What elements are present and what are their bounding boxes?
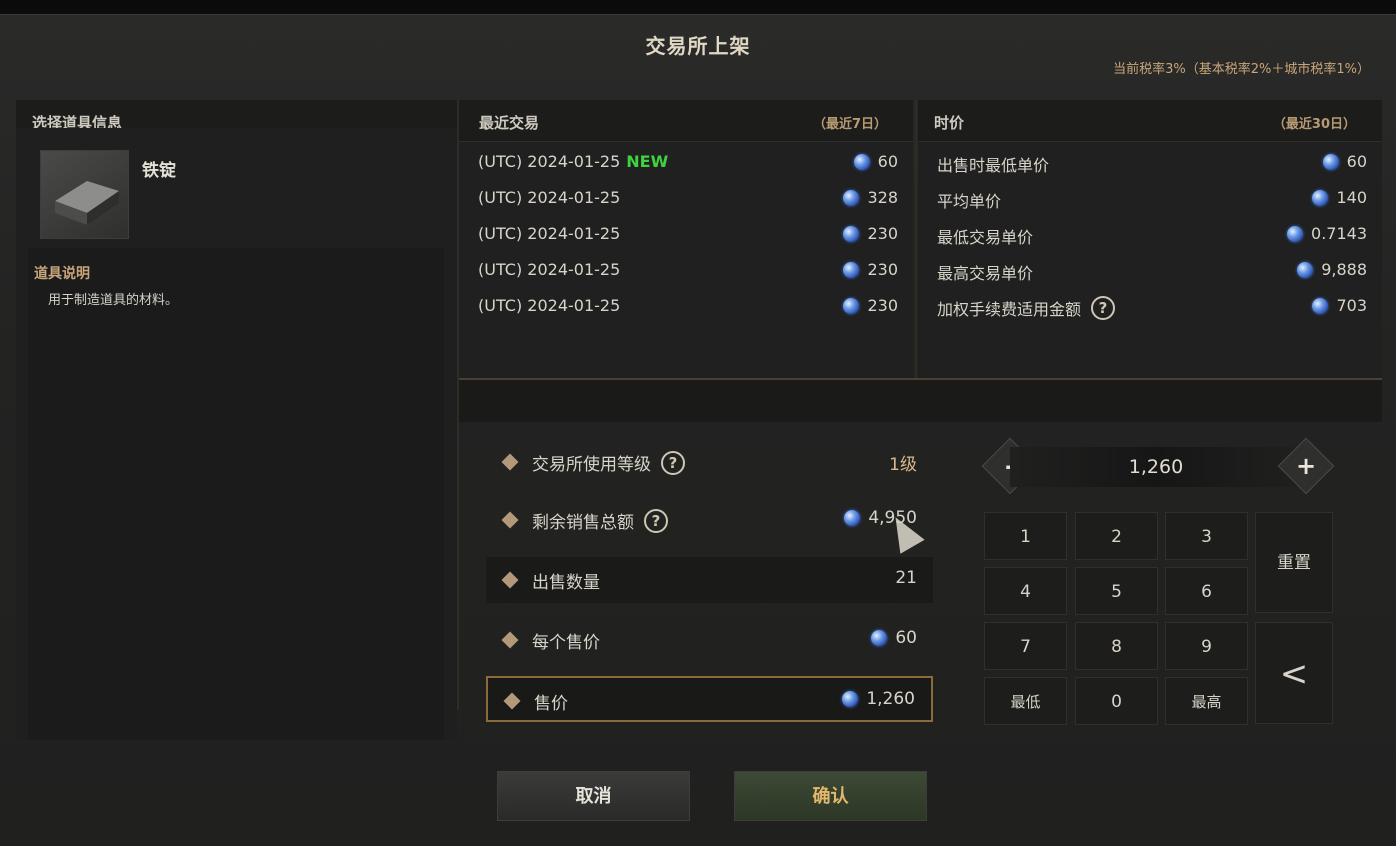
exchange-level-row: 交易所使用等级? 1级 [486,439,933,485]
item-description-box [28,248,444,740]
keypad-key[interactable]: 2 [1075,512,1158,560]
confirm-button[interactable]: 确认 [734,771,927,821]
keypad-key[interactable]: 7 [984,622,1067,670]
silver-gem-icon [843,189,860,206]
trade-price: 60 [877,152,898,171]
diamond-bullet-icon [501,511,519,529]
iron-ingot-icon[interactable] [40,150,129,239]
trade-price: 230 [867,296,898,315]
item-description-title: 道具说明 [34,266,90,282]
keypad-key[interactable]: 6 [1165,567,1248,615]
silver-gem-icon [1322,153,1339,170]
keypad-key[interactable]: 最低 [984,677,1067,725]
trade-price: 230 [867,224,898,243]
keypad-key[interactable]: 最高 [1165,677,1248,725]
market-price-value: 9,888 [1321,260,1367,279]
market-price-label: 最高交易单价 [937,264,1034,283]
diamond-bullet-icon [501,631,519,649]
market-price-row: 最高交易单价 9,888 [937,260,1367,284]
reset-button[interactable]: 重置 [1255,512,1333,613]
recent-trades-header: 最近交易 （最近7日） [459,100,913,142]
silver-gem-icon [843,297,860,314]
keypad-key[interactable]: 1 [984,512,1067,560]
trade-date: (UTC) 2024-01-25 [478,224,621,243]
help-icon[interactable]: ? [661,450,685,475]
market-price-value: 703 [1336,296,1367,315]
total-price-row[interactable]: 售价 1,260 [486,676,933,722]
item-description-text: 用于制造道具的材料。 [48,293,179,308]
diamond-bullet-icon [503,692,521,710]
recent-trade-row: (UTC) 2024-01-25 230 [478,260,898,284]
total-price-label: 售价 [534,694,568,714]
amount-display: 1,260 [1010,447,1302,487]
silver-gem-icon [843,225,860,242]
trade-date: (UTC) 2024-01-25 [478,152,621,171]
market-price-row: 最低交易单价 0.7143 [937,224,1367,248]
silver-gem-icon [844,510,861,526]
keypad-key[interactable]: 4 [984,567,1067,615]
item-name: 铁锭 [142,161,176,181]
unit-price-row[interactable]: 每个售价 60 [486,617,933,663]
exchange-level-label: 交易所使用等级 [532,455,651,475]
remaining-sales-label: 剩余销售总额 [532,513,634,533]
recent-trade-row: (UTC) 2024-01-25 230 [478,296,898,320]
window-title: 交易所上架 [645,34,751,58]
market-price-label: 出售时最低单价 [937,156,1050,175]
market-price-value: 0.7143 [1311,224,1367,243]
silver-gem-icon [1312,297,1329,314]
trade-date: (UTC) 2024-01-25 [478,296,621,315]
cancel-button[interactable]: 取消 [497,771,690,821]
market-price-period: （最近30日） [1272,117,1356,132]
divider-right [915,100,917,380]
tax-rate-info: 当前税率3%（基本税率2%＋城市税率1%） [1113,62,1370,77]
market-price-value: 140 [1336,188,1367,207]
market-price-header: 时价 （最近30日） [918,100,1382,142]
market-price-row: 平均单价 140 [937,188,1367,212]
market-price-label: 加权手续费适用金额 [937,300,1082,319]
backspace-button[interactable]: < [1255,622,1333,724]
recent-trade-row: (UTC) 2024-01-25 230 [478,224,898,248]
silver-gem-icon [853,153,870,170]
sell-quantity-value: 21 [895,568,917,588]
diamond-bullet-icon [501,571,519,589]
market-price-row: 加权手续费适用金额? 703 [937,296,1367,320]
keypad-key[interactable]: 0 [1075,677,1158,725]
remaining-sales-row: 剩余销售总额? 4,950 [486,497,933,543]
trade-date: (UTC) 2024-01-25 [478,188,621,207]
silver-gem-icon [842,691,859,707]
recent-trade-row: (UTC) 2024-01-25 NEW 60 [478,152,898,176]
market-price-label: 平均单价 [937,192,1002,211]
unit-price-label: 每个售价 [532,633,600,653]
silver-gem-icon [1297,261,1314,278]
market-price-row: 出售时最低单价 60 [937,152,1367,176]
diamond-bullet-icon [501,453,519,471]
help-icon[interactable]: ? [644,508,668,533]
recent-trades-title: 最近交易 [479,114,540,132]
sell-quantity-row[interactable]: 出售数量 21 [486,557,933,603]
new-badge: NEW [626,152,669,171]
market-price-value: 60 [1346,152,1367,171]
keypad-key[interactable]: 8 [1075,622,1158,670]
unit-price-value: 60 [895,628,917,648]
market-price-label: 最低交易单价 [937,228,1034,247]
keypad-key[interactable]: 3 [1165,512,1248,560]
silver-gem-icon [1287,225,1304,242]
sell-quantity-label: 出售数量 [532,573,600,593]
divider-band [459,380,1382,422]
exchange-level-value: 1级 [889,455,917,475]
silver-gem-icon [1312,189,1329,206]
recent-trade-row: (UTC) 2024-01-25 328 [478,188,898,212]
trade-price: 328 [867,188,898,207]
trade-date: (UTC) 2024-01-25 [478,260,621,279]
recent-trades-period: （最近7日） [812,117,887,132]
total-price-value: 1,260 [866,689,915,709]
market-price-title: 时价 [934,114,965,132]
keypad-key[interactable]: 9 [1165,622,1248,670]
silver-gem-icon [843,261,860,278]
trade-price: 230 [867,260,898,279]
plus-icon: + [1295,452,1317,480]
help-icon[interactable]: ? [1091,296,1116,320]
silver-gem-icon [871,630,888,646]
keypad-key[interactable]: 5 [1075,567,1158,615]
